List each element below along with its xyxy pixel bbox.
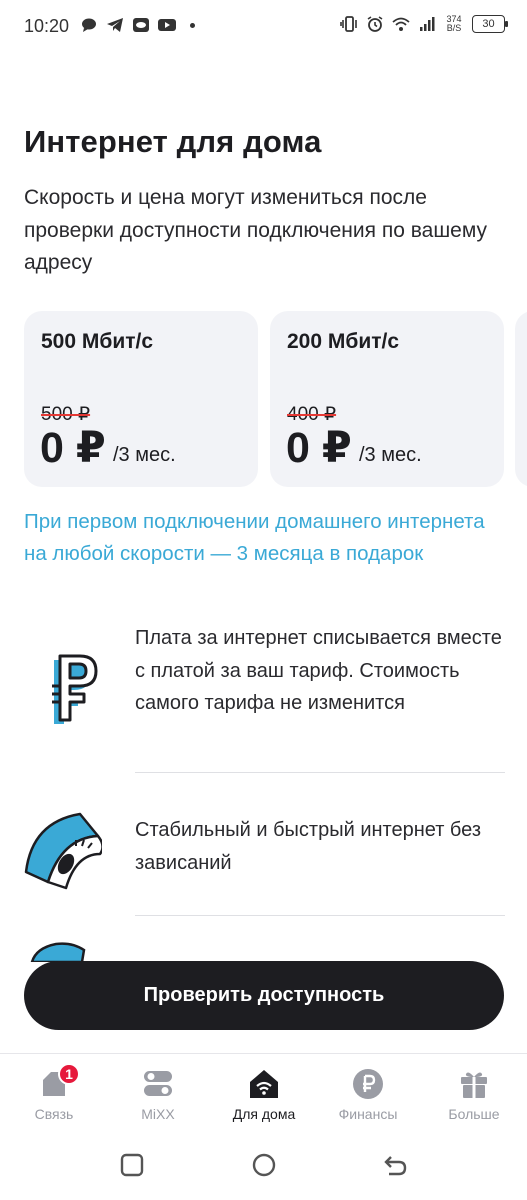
feature-item: Стабильный и быстрый интернет без зависа… xyxy=(0,790,527,930)
dot-icon xyxy=(190,22,195,28)
feature-item: Плата за интернет списывается вместе с п… xyxy=(0,620,527,780)
divider xyxy=(135,772,505,773)
speedometer-3d-icon xyxy=(24,812,102,890)
divider xyxy=(135,915,505,916)
feature-text: Плата за интернет списывается вместе с п… xyxy=(135,627,502,714)
nav-item-home[interactable]: Для дома xyxy=(214,1066,314,1126)
toggles-icon xyxy=(144,1071,172,1096)
net-speed: 374 B/S xyxy=(444,15,464,33)
cast-icon xyxy=(133,18,149,32)
page-title: Интернет для дома xyxy=(24,124,322,159)
tariff-card[interactable]: 500 Мбит/с 500 ₽ 0 ₽ /3 мес. xyxy=(24,311,258,487)
system-nav-bar xyxy=(0,1128,527,1200)
gift-icon xyxy=(461,1072,487,1098)
bottom-nav: 1 Связь MiXX Для дома Финансы Больше xyxy=(0,1053,527,1125)
tariff-period: /3 мес. xyxy=(359,444,422,466)
nav-label: Для дома xyxy=(232,1106,296,1122)
system-icons: 374 B/S 30 xyxy=(340,15,508,33)
status-time: 10:20 xyxy=(24,16,70,36)
telegram-icon xyxy=(107,18,123,32)
page-subtitle: Скорость и цена могут измениться после п… xyxy=(24,186,488,274)
back-icon[interactable] xyxy=(383,1152,409,1178)
signal-icon xyxy=(420,17,435,31)
wifi-icon xyxy=(392,17,410,31)
feature-text: Стабильный и быстрый интернет без зависа… xyxy=(135,819,482,874)
tariff-speed: 500 Мбит/с xyxy=(41,330,154,353)
ruble-3d-icon xyxy=(52,654,98,724)
tariff-period: /3 мес. xyxy=(113,444,176,466)
recents-icon[interactable] xyxy=(119,1152,145,1178)
ruble-coin-icon xyxy=(353,1069,383,1099)
status-bar: 10:20 374 B/S 30 xyxy=(0,0,527,52)
nav-item-more[interactable]: Больше xyxy=(424,1066,524,1126)
tariff-speed: 200 Мбит/с xyxy=(287,330,400,353)
tariff-card[interactable]: 200 Мбит/с 400 ₽ 0 ₽ /3 мес. xyxy=(270,311,504,487)
tariff-carousel[interactable]: 500 Мбит/с 500 ₽ 0 ₽ /3 мес. 200 Мбит/с … xyxy=(24,311,527,487)
home-wifi-icon xyxy=(250,1070,278,1098)
nav-label: Финансы xyxy=(338,1106,398,1122)
nav-item-mixx[interactable]: MiXX xyxy=(108,1066,208,1126)
tariff-price: 0 ₽ xyxy=(40,424,106,472)
nav-item-svyaz[interactable]: 1 Связь xyxy=(4,1063,104,1126)
nav-item-finance[interactable]: Финансы xyxy=(318,1066,418,1126)
promo-text: При первом подключении домашнего интерне… xyxy=(24,510,485,565)
nav-label: Больше xyxy=(448,1106,500,1122)
net-speed-unit: B/S xyxy=(446,23,462,33)
chat-icon xyxy=(82,18,96,32)
nav-label: MiXX xyxy=(141,1106,175,1122)
notification-icons xyxy=(80,17,195,33)
alarm-icon xyxy=(367,16,383,32)
tariff-price: 0 ₽ xyxy=(286,424,352,472)
youtube-icon xyxy=(158,19,176,31)
nav-label: Связь xyxy=(34,1106,74,1122)
battery-icon: 30 xyxy=(472,15,508,33)
home-button-icon[interactable] xyxy=(251,1152,277,1178)
vibrate-icon xyxy=(340,16,357,32)
tariff-card-next[interactable] xyxy=(515,311,527,487)
notification-badge: 1 xyxy=(58,1063,80,1085)
battery-level: 30 xyxy=(482,18,495,30)
feature-icon-partial xyxy=(30,942,86,962)
check-availability-button[interactable]: Проверить доступность xyxy=(24,961,504,1030)
